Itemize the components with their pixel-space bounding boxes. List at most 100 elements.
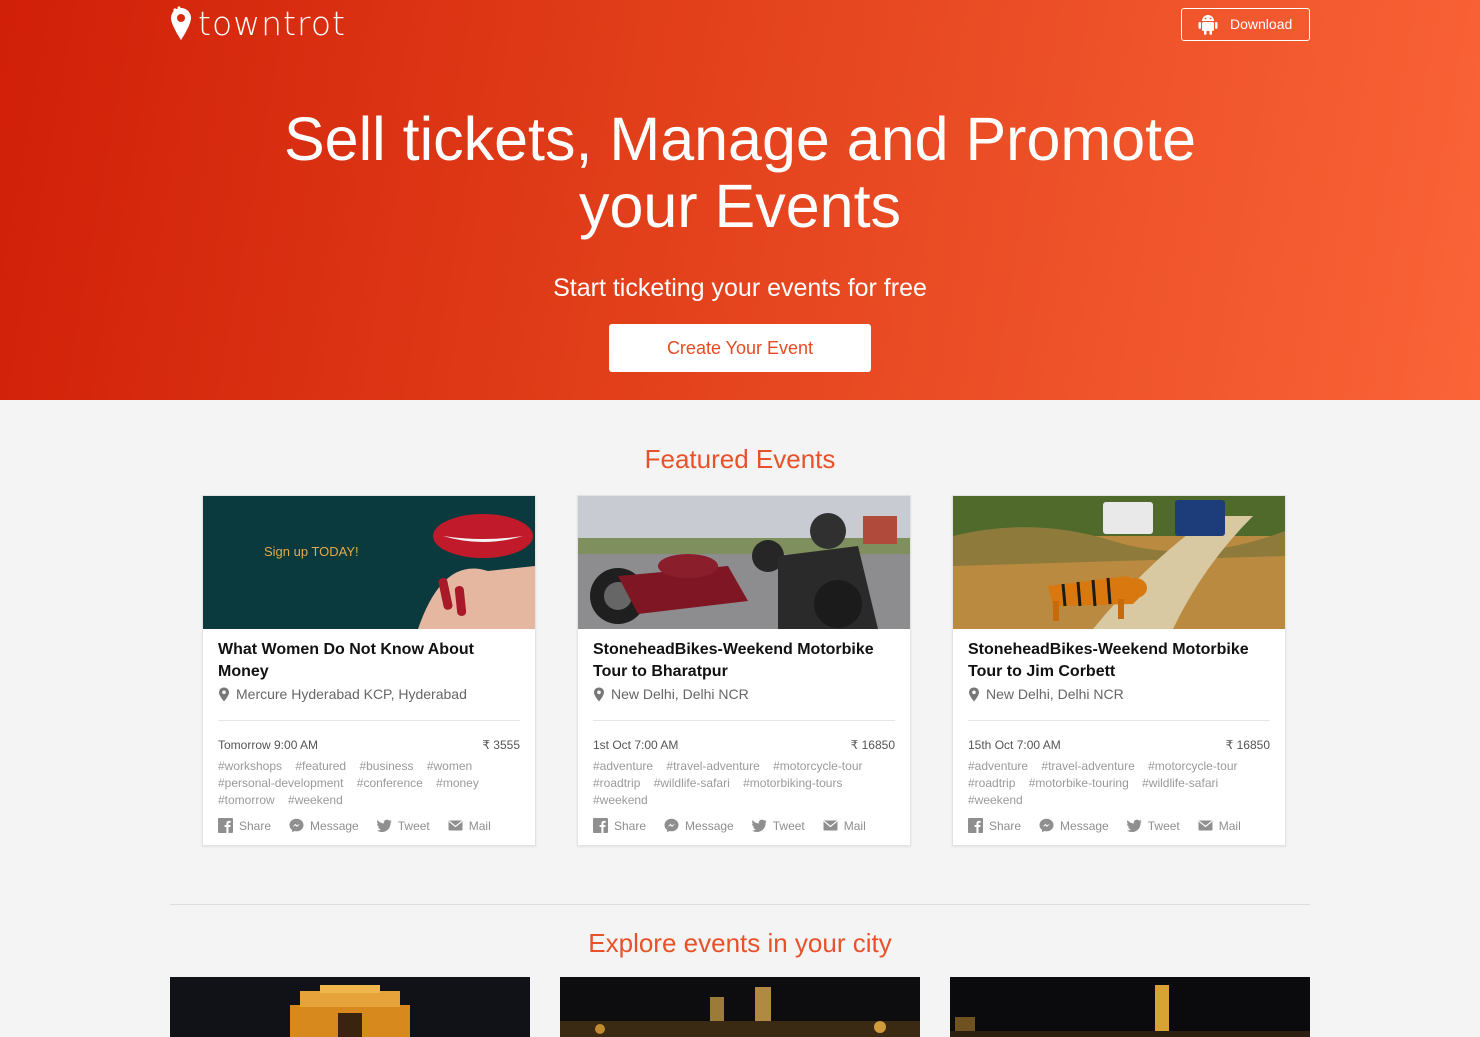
brand-name: towntrot (198, 4, 346, 43)
event-image[interactable] (578, 496, 910, 629)
messenger-share-button[interactable]: Message (1039, 818, 1109, 833)
tweet-label: Tweet (772, 818, 805, 833)
hero-title: Sell tickets, Manage and Promote your Ev… (0, 106, 1480, 240)
event-image-caption: Sign up TODAY! (264, 544, 359, 559)
city-tile[interactable] (950, 977, 1310, 1037)
event-title[interactable]: StoneheadBikes-Weekend Motorbike Tour to… (968, 639, 1270, 683)
event-tag[interactable]: #travel-adventure (1041, 758, 1134, 775)
event-tag[interactable]: #weekend (593, 792, 648, 809)
event-tag[interactable]: #women (427, 758, 472, 775)
mail-share-button[interactable]: Mail (448, 818, 491, 833)
tweet-button[interactable]: Tweet (376, 818, 430, 833)
twitter-icon (1126, 819, 1142, 832)
event-tag[interactable]: #workshops (218, 758, 282, 775)
top-navbar: towntrot Download (170, 6, 1310, 42)
explore-events-title: Explore events in your city (588, 928, 892, 958)
event-card[interactable]: StoneheadBikes-Weekend Motorbike Tour to… (952, 495, 1286, 846)
hero-title-line2: your Events (578, 172, 902, 240)
event-tag[interactable]: #conference (357, 775, 423, 792)
create-event-button[interactable]: Create Your Event (609, 324, 871, 372)
messenger-icon (664, 818, 679, 833)
mail-label: Mail (1218, 818, 1241, 833)
event-venue: New Delhi, Delhi NCR (968, 684, 1270, 704)
share-actions: Share Message Tweet Mail (593, 818, 866, 833)
share-actions: Share Message Tweet Mail (968, 818, 1241, 833)
event-price: ₹ 16850 (1225, 738, 1270, 752)
map-pin-icon (219, 687, 229, 701)
share-label: Share (614, 818, 647, 833)
mail-share-button[interactable]: Mail (1198, 818, 1241, 833)
messenger-share-button[interactable]: Message (289, 818, 359, 833)
map-pin-icon (969, 687, 979, 701)
event-venue-text: New Delhi, Delhi NCR (611, 686, 749, 702)
android-icon (1198, 15, 1218, 35)
event-venue: New Delhi, Delhi NCR (593, 684, 895, 704)
event-tag[interactable]: #motorcycle-tour (1148, 758, 1237, 775)
event-card[interactable]: Sign up TODAY! What Women Do Not Know Ab… (202, 495, 536, 846)
hero-title-line1: Sell tickets, Manage and Promote (283, 105, 1197, 173)
featured-events-list: Sign up TODAY! What Women Do Not Know Ab… (202, 495, 1480, 846)
event-tag[interactable]: #money (436, 775, 479, 792)
event-tag[interactable]: #personal-development (218, 775, 343, 792)
event-tags: #workshops #featured #business #women #p… (218, 758, 520, 809)
facebook-icon (218, 818, 233, 833)
event-venue: Mercure Hyderabad KCP, Hyderabad (218, 684, 520, 704)
facebook-share-button[interactable]: Share (593, 818, 646, 833)
event-tag[interactable]: #wildlife-safari (654, 775, 730, 792)
message-label: Message (310, 818, 359, 833)
tweet-button[interactable]: Tweet (751, 818, 805, 833)
event-tag[interactable]: #weekend (288, 792, 343, 809)
messenger-share-button[interactable]: Message (664, 818, 734, 833)
event-tags: #adventure #travel-adventure #motorcycle… (968, 758, 1270, 809)
event-tag[interactable]: #business (359, 758, 413, 775)
share-label: Share (239, 818, 272, 833)
mail-share-button[interactable]: Mail (823, 818, 866, 833)
event-venue-text: New Delhi, Delhi NCR (986, 686, 1124, 702)
brand-logo[interactable]: towntrot (170, 6, 346, 42)
event-venue-text: Mercure Hyderabad KCP, Hyderabad (236, 686, 467, 702)
event-image[interactable]: Sign up TODAY! (203, 496, 535, 629)
event-image[interactable] (953, 496, 1285, 629)
city-image (950, 977, 1310, 1037)
event-tags: #adventure #travel-adventure #motorcycle… (593, 758, 895, 809)
messenger-icon (1039, 818, 1054, 833)
event-tag[interactable]: #roadtrip (968, 775, 1015, 792)
share-label: Share (989, 818, 1022, 833)
hero-subtitle: Start ticketing your events for free (553, 274, 927, 302)
facebook-icon (968, 818, 983, 833)
mail-icon (448, 820, 463, 831)
city-tile[interactable] (560, 977, 920, 1037)
event-tag[interactable]: #adventure (593, 758, 653, 775)
download-app-button[interactable]: Download (1181, 7, 1310, 41)
event-tag[interactable]: #motorbike-touring (1029, 775, 1129, 792)
event-tag[interactable]: #roadtrip (593, 775, 640, 792)
facebook-share-button[interactable]: Share (218, 818, 271, 833)
event-tag[interactable]: #tomorrow (218, 792, 275, 809)
event-tag[interactable]: #travel-adventure (666, 758, 759, 775)
hero-banner: towntrot Download Sell tickets, Manage a… (0, 0, 1480, 400)
tweet-button[interactable]: Tweet (1126, 818, 1180, 833)
event-meta: 15th Oct 7:00 AM ₹ 16850 (968, 738, 1270, 752)
city-tiles (170, 977, 1310, 1037)
message-label: Message (1060, 818, 1109, 833)
city-image (560, 977, 920, 1037)
event-tag[interactable]: #motorcycle-tour (773, 758, 862, 775)
event-price: ₹ 16850 (850, 738, 895, 752)
event-card[interactable]: StoneheadBikes-Weekend Motorbike Tour to… (577, 495, 911, 846)
facebook-icon (593, 818, 608, 833)
mail-icon (1198, 820, 1213, 831)
facebook-share-button[interactable]: Share (968, 818, 1021, 833)
card-divider (968, 720, 1270, 721)
event-title[interactable]: StoneheadBikes-Weekend Motorbike Tour to… (593, 639, 895, 683)
mail-icon (823, 820, 838, 831)
city-tile[interactable] (170, 977, 530, 1037)
event-tag[interactable]: #weekend (968, 792, 1023, 809)
twitter-icon (751, 819, 767, 832)
event-tag[interactable]: #motorbiking-tours (743, 775, 842, 792)
event-meta: 1st Oct 7:00 AM ₹ 16850 (593, 738, 895, 752)
event-time: 15th Oct 7:00 AM (968, 738, 1061, 752)
event-tag[interactable]: #featured (295, 758, 346, 775)
event-title[interactable]: What Women Do Not Know About Money (218, 639, 520, 683)
event-tag[interactable]: #adventure (968, 758, 1028, 775)
event-tag[interactable]: #wildlife-safari (1142, 775, 1218, 792)
